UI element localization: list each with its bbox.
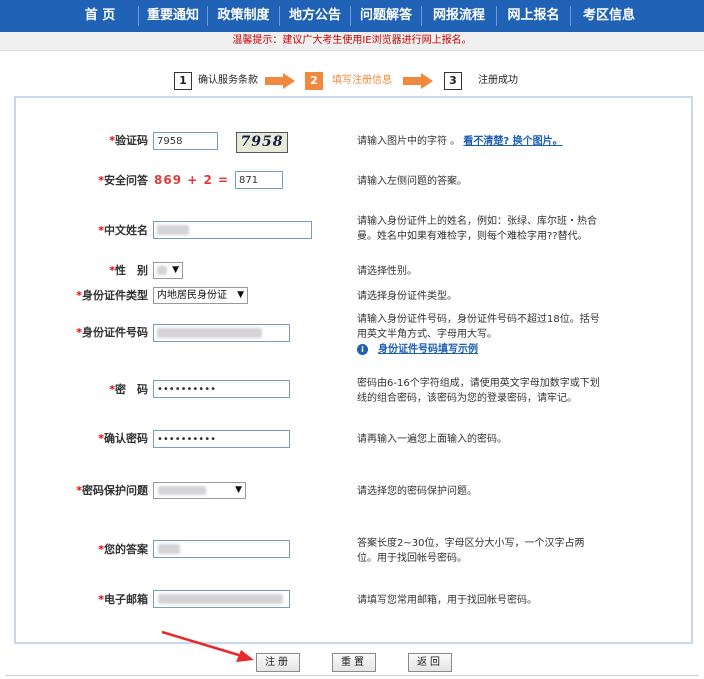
- id-type-select[interactable]: 内地居民身份证 ▼: [153, 287, 248, 304]
- password-hint: 密码由6-16个字符组成，请使用英文字母加数字或下划线的组合密码，该密码为您的登…: [357, 378, 600, 404]
- security-question-text: 869 + 2 =: [154, 173, 230, 187]
- nav-item-local-announcements[interactable]: 地方公告: [280, 0, 350, 32]
- confirm-password-label: *确认密码: [98, 432, 148, 445]
- id-number-hint: 请输入身份证件号码，身份证件号码不超过18位。括号用英文半角方式、字母用大写。: [357, 314, 600, 340]
- answer-hint: 答案长度2~30位，字母区分大小写，一个汉字占两位。用于找回帐号密码。: [357, 538, 585, 564]
- chevron-down-icon: ▼: [237, 290, 244, 300]
- nav-item-policy[interactable]: 政策制度: [208, 0, 279, 32]
- top-nav: 首 页 重要通知 政策制度 地方公告 问题解答 网报流程 网上报名 考区信息: [0, 0, 704, 32]
- refresh-captcha-link[interactable]: 看不清楚? 换个图片。: [463, 136, 562, 147]
- password-label: *密 码: [109, 383, 148, 396]
- info-icon: i: [357, 344, 368, 355]
- security-question-label: *安全问答: [98, 174, 148, 187]
- redacted-question: [158, 486, 206, 495]
- password-question-select[interactable]: ▼: [153, 482, 246, 499]
- redacted-gender: [157, 266, 167, 275]
- nav-item-online-registration[interactable]: 网上报名: [497, 0, 570, 32]
- gender-hint: 请选择性别。: [357, 266, 417, 277]
- redacted-name: [157, 225, 189, 235]
- redacted-answer: [158, 544, 180, 554]
- password-question-hint: 请选择您的密码保护问题。: [357, 486, 477, 497]
- password-input[interactable]: ••••••••••: [153, 380, 290, 398]
- id-number-label: *身份证件号码: [76, 326, 148, 339]
- security-question-hint: 请输入左侧问题的答案。: [357, 176, 467, 187]
- step-label-1: 确认服务条款: [198, 75, 258, 86]
- gender-label: *性 别: [109, 264, 148, 277]
- answer-label: *您的答案: [98, 543, 148, 556]
- confirm-password-hint: 请再输入一遍您上面输入的密码。: [357, 434, 507, 445]
- nav-item-notices[interactable]: 重要通知: [139, 0, 207, 32]
- step-label-2: 填写注册信息: [332, 75, 392, 86]
- email-label: *电子邮箱: [98, 593, 148, 606]
- redacted-email: [158, 594, 283, 604]
- email-hint: 请填写您常用邮箱，用于找回帐号密码。: [357, 595, 537, 606]
- nav-item-exam-areas[interactable]: 考区信息: [571, 0, 647, 32]
- password-question-label: *密码保护问题: [76, 484, 148, 497]
- name-label: *中文姓名: [98, 224, 148, 237]
- step-number-3: 3: [444, 72, 462, 90]
- annotation-arrow-icon: [161, 630, 254, 662]
- id-type-hint: 请选择身份证件类型。: [357, 291, 457, 302]
- captcha-label: *验证码: [109, 134, 148, 147]
- captcha-image[interactable]: 7958: [236, 132, 288, 153]
- security-answer-input[interactable]: 871: [235, 171, 283, 189]
- chevron-down-icon: ▼: [172, 265, 179, 275]
- reset-button[interactable]: 重置: [332, 653, 376, 672]
- nav-item-home[interactable]: 首 页: [62, 0, 138, 32]
- bottom-divider: [6, 675, 698, 676]
- nav-item-process[interactable]: 网报流程: [422, 0, 496, 32]
- id-type-label: *身份证件类型: [76, 289, 148, 302]
- register-button[interactable]: 注册: [256, 653, 300, 672]
- step-number-2: 2: [305, 72, 323, 90]
- step-number-1: 1: [174, 72, 192, 90]
- id-number-example-link[interactable]: 身份证件号码填写示例: [378, 342, 478, 357]
- gender-select[interactable]: ▼: [153, 262, 183, 279]
- step-arrow-icon: [265, 73, 295, 89]
- captcha-input[interactable]: 7958: [153, 132, 218, 150]
- step-arrow-icon: [403, 73, 433, 89]
- name-hint: 请输入身份证件上的姓名，例如：张绿、库尔班・热合曼。姓名中如果有难检字，则每个难…: [357, 216, 597, 242]
- confirm-password-input[interactable]: ••••••••••: [153, 430, 290, 448]
- back-button[interactable]: 返回: [408, 653, 452, 672]
- redacted-id-number: [157, 328, 262, 338]
- nav-item-faq[interactable]: 问题解答: [351, 0, 421, 32]
- browser-tip: 温馨提示：建议广大考生使用IE浏览器进行网上报名。: [0, 32, 704, 51]
- captcha-hint: 请输入图片中的字符 。 看不清楚? 换个图片。: [357, 136, 563, 147]
- step-label-3: 注册成功: [478, 75, 518, 86]
- chevron-down-icon: ▼: [235, 485, 242, 495]
